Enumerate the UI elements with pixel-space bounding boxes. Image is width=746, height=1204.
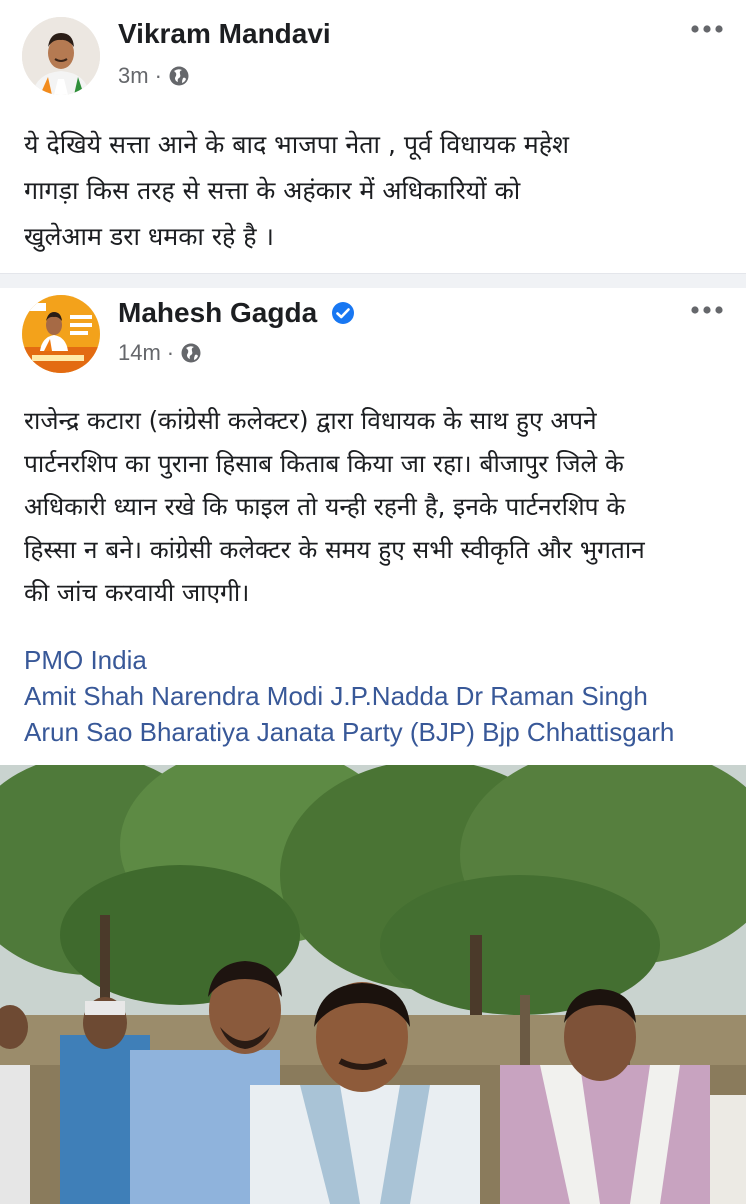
post-meta: 3m · <box>118 63 190 89</box>
shared-avatar[interactable] <box>22 295 100 373</box>
post-photo[interactable] <box>0 765 746 1204</box>
shared-post: Mahesh Gagda 14m · राजेन्द्र कटारा (कांग… <box>0 287 746 1204</box>
post: Vikram Mandavi 3m · ये देखिये सत्ता आने … <box>0 0 746 251</box>
meta-separator: · <box>166 340 175 365</box>
post-header: Vikram Mandavi 3m · <box>0 0 746 100</box>
globe-icon <box>181 343 201 363</box>
tag-list: PMO India Amit Shah Narendra Modi J.P.Na… <box>24 642 744 750</box>
shared-author-label: Mahesh Gagda <box>118 297 318 328</box>
tag-line[interactable]: Arun Sao Bharatiya Janata Party (BJP) Bj… <box>24 714 744 750</box>
verified-badge-icon <box>331 302 354 324</box>
more-options-icon[interactable] <box>690 22 724 36</box>
globe-icon <box>169 66 189 86</box>
shared-post-time[interactable]: 14m <box>118 340 161 366</box>
author-name[interactable]: Vikram Mandavi <box>118 18 331 50</box>
shared-author-name[interactable]: Mahesh Gagda <box>118 297 355 329</box>
post-time[interactable]: 3m <box>118 63 149 89</box>
divider <box>0 273 746 288</box>
more-options-icon[interactable] <box>690 303 724 317</box>
shared-post-text: राजेन्द्र कटारा (कांग्रेसी कलेक्टर) द्वा… <box>24 406 645 607</box>
post-text: ये देखिये सत्ता आने के बाद भाजपा नेता , … <box>24 130 569 251</box>
meta-separator: · <box>154 63 162 88</box>
avatar[interactable] <box>22 17 100 95</box>
shared-post-meta: 14m · <box>118 340 202 366</box>
tag-line[interactable]: Amit Shah Narendra Modi J.P.Nadda Dr Ram… <box>24 678 744 714</box>
tag-line[interactable]: PMO India <box>24 642 744 678</box>
